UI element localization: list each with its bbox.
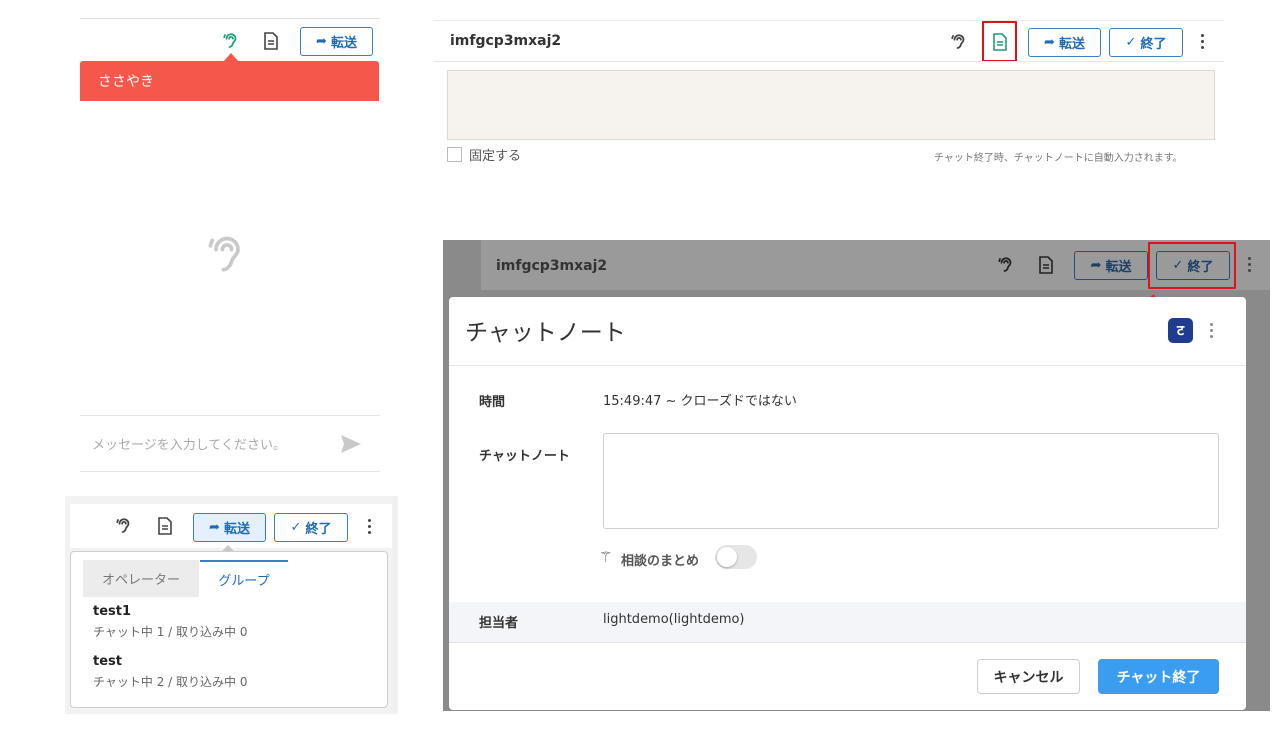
- whisper-tooltip: ささやき: [80, 61, 379, 101]
- send-icon[interactable]: [338, 432, 364, 456]
- summary-label: 相談のまとめ: [621, 554, 700, 569]
- note-label: チャットノート: [479, 449, 570, 464]
- pin-checkbox[interactable]: [447, 147, 462, 162]
- list-item[interactable]: test1 チャット中 1 / 取り込み中 0: [93, 604, 373, 646]
- ear-icon[interactable]: [113, 515, 135, 537]
- tab-operator[interactable]: オペレーター: [83, 560, 199, 597]
- footer-divider: [449, 642, 1246, 643]
- end-button[interactable]: ✓ 終了: [1109, 28, 1183, 57]
- forward-button[interactable]: ➦ 転送: [300, 27, 373, 56]
- forward-dropdown: オペレーター グループ test1 チャット中 1 / 取り込み中 0 test…: [70, 551, 388, 708]
- group-status: チャット中 1 / 取り込み中 0: [93, 625, 248, 639]
- top-divider: [80, 18, 380, 19]
- forward-button[interactable]: ➦ 転送: [1074, 251, 1148, 280]
- ear-icon[interactable]: [948, 31, 970, 53]
- group-name: test1: [93, 604, 132, 619]
- group-name: test: [93, 654, 122, 669]
- dialog-divider: [449, 365, 1246, 366]
- note-icon[interactable]: [154, 515, 176, 537]
- end-button[interactable]: ✓ 終了: [1156, 251, 1230, 280]
- toggle-knob: [717, 547, 737, 567]
- header-divider: [434, 61, 1224, 62]
- group-status: チャット中 2 / 取り込み中 0: [93, 675, 248, 689]
- assignee-row: [449, 602, 1246, 642]
- message-input-area[interactable]: メッセージを入力してください。: [80, 415, 380, 472]
- chat-id: imfgcp3mxaj2: [496, 258, 608, 274]
- forward-arrow-icon: ➦: [316, 34, 327, 49]
- ear-icon[interactable]: [220, 30, 242, 52]
- pin-label: 固定する: [469, 149, 522, 164]
- more-menu-icon[interactable]: [1201, 34, 1205, 49]
- magic-wand-icon: ⚚: [599, 548, 613, 566]
- dialog-title: チャットノート: [465, 320, 626, 346]
- auto-input-hint: チャット終了時、チャットノートに自動入力されます。: [934, 153, 1183, 164]
- cancel-button[interactable]: キャンセル: [977, 659, 1080, 694]
- chat-note-textarea[interactable]: [603, 433, 1219, 529]
- chat-id: imfgcp3mxaj2: [450, 33, 562, 49]
- note-textarea[interactable]: [447, 70, 1215, 140]
- summary-toggle[interactable]: [715, 545, 757, 569]
- tab-group[interactable]: グループ: [200, 560, 288, 597]
- note-icon[interactable]: [260, 30, 282, 52]
- more-menu-icon[interactable]: [1248, 257, 1252, 272]
- list-item[interactable]: test チャット中 2 / 取り込み中 0: [93, 654, 373, 696]
- check-icon: ✓: [290, 520, 302, 535]
- top-divider: [434, 20, 1224, 21]
- message-input[interactable]: メッセージを入力してください。: [92, 434, 286, 453]
- forward-button[interactable]: ➦ 転送: [193, 513, 266, 542]
- note-icon[interactable]: [1035, 254, 1057, 276]
- forward-arrow-icon: ➦: [209, 520, 220, 535]
- check-icon: ✓: [1172, 258, 1184, 273]
- time-label: 時間: [479, 395, 506, 410]
- forward-panel: ➦ 転送 ✓ 終了 オペレーター グループ test1 チャット中 1 / 取り…: [65, 496, 398, 714]
- end-chat-button[interactable]: チャット終了: [1098, 659, 1219, 694]
- assignee-label: 担当者: [479, 616, 519, 631]
- forward-arrow-icon: ➦: [1090, 258, 1102, 273]
- whisper-panel: ➦ 転送 ささやき メッセージを入力してください。: [80, 0, 380, 472]
- forward-button[interactable]: ➦ 転送: [1028, 28, 1101, 57]
- translate-icon[interactable]: ट: [1168, 318, 1193, 343]
- more-menu-icon[interactable]: [368, 519, 372, 534]
- assignee-value: lightdemo(lightdemo): [603, 612, 745, 627]
- chat-note-dialog: チャットノート ट 時間 15:49:47 ~ クローズドではない チャットノー…: [449, 297, 1246, 710]
- ear-watermark-icon: [202, 230, 252, 280]
- whisper-tooltip-label: ささやき: [98, 74, 154, 90]
- dialog-more-icon[interactable]: [1210, 323, 1214, 338]
- chat-note-panel: imfgcp3mxaj2 ➦ 転送 ✓ 終了 固定する チャット終了時、チャット…: [434, 18, 1224, 168]
- time-value: 15:49:47 ~ クローズドではない: [603, 394, 797, 409]
- check-icon: ✓: [1125, 35, 1137, 50]
- end-button[interactable]: ✓ 終了: [274, 513, 348, 542]
- note-icon[interactable]: [989, 31, 1011, 53]
- ear-icon[interactable]: [995, 254, 1017, 276]
- chat-end-panel: imfgcp3mxaj2 ➦ 転送 ✓ 終了 チャットノート ट 時間 15:4…: [443, 240, 1270, 711]
- forward-arrow-icon: ➦: [1044, 35, 1055, 50]
